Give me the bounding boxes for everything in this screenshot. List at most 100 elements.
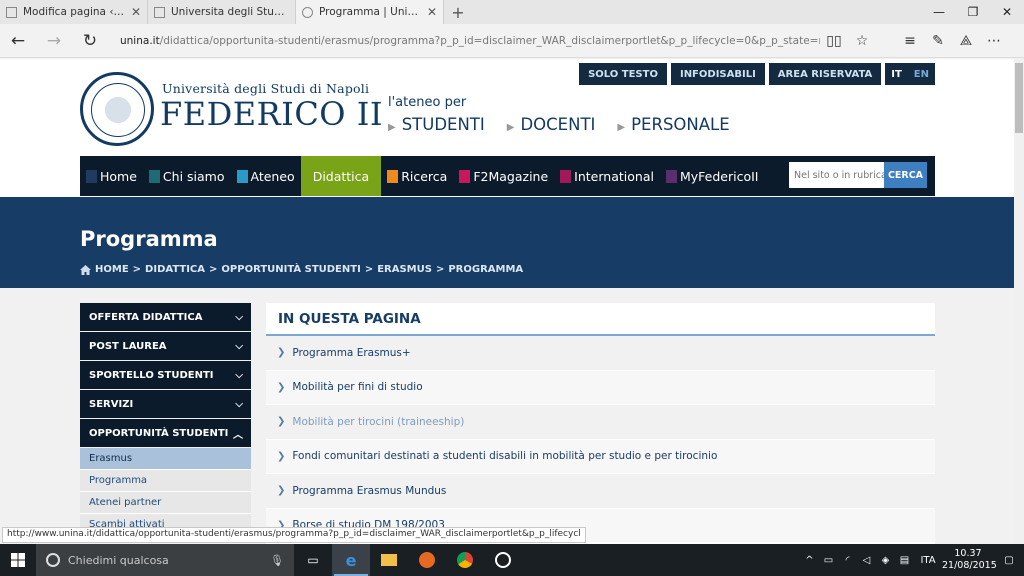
nav-didattica[interactable]: Didattica — [300, 156, 382, 196]
forward-arrow-icon[interactable]: → — [36, 24, 72, 58]
task-view-icon[interactable]: ▭ — [294, 544, 332, 576]
sidebar-item-programma[interactable]: Programma — [80, 470, 251, 492]
main-navigation: Home Chi siamo Ateneo Didattica Ricerca … — [80, 156, 935, 196]
window-controls: — ❐ ✕ — [922, 0, 1024, 24]
color-square-icon — [148, 169, 160, 183]
sidebar-post-laurea[interactable]: POST LAUREA ⌵ — [80, 332, 251, 360]
firefox-icon[interactable] — [408, 544, 446, 576]
university-name[interactable]: FEDERICO II — [160, 95, 383, 133]
globe-icon — [302, 6, 313, 18]
nav-ricerca[interactable]: Ricerca — [381, 156, 453, 196]
restore-icon[interactable]: ❐ — [956, 0, 990, 24]
page-title: Programma — [80, 227, 218, 251]
site-header: Università degli Studi di Napoli FEDERIC… — [0, 59, 1014, 197]
close-icon[interactable]: ✕ — [131, 5, 141, 19]
nav-f2magazine[interactable]: F2Magazine — [453, 156, 554, 196]
url-field[interactable]: unina.it/didattica/opportunita-studenti/… — [120, 35, 820, 47]
battery-icon[interactable]: ▭ — [819, 555, 838, 566]
file-explorer-icon[interactable] — [370, 544, 408, 576]
edge-browser-icon[interactable]: e — [332, 544, 370, 576]
audience-links: ▶ STUDENTI ▶ DOCENTI ▶ PERSONALE — [388, 115, 730, 134]
sidebar-item-erasmus[interactable]: Erasmus — [80, 448, 251, 470]
area-riservata-link[interactable]: AREA RISERVATA — [768, 63, 882, 85]
windows-start-icon[interactable] — [0, 544, 36, 576]
share-icon[interactable]: ⟁ — [952, 24, 980, 58]
lang-it[interactable]: IT — [891, 69, 902, 80]
shield-icon[interactable]: ◈ — [876, 555, 895, 566]
sidebar-sportello-studenti[interactable]: SPORTELLO STUDENTI ⌵ — [80, 361, 251, 389]
windows-logo-icon — [11, 553, 25, 567]
browser-tab-3[interactable]: Programma | Università ✕ — [296, 0, 444, 24]
audience-studenti[interactable]: ▶ STUDENTI — [388, 115, 485, 134]
sidebar-label: OPPORTUNITÀ STUDENTI — [89, 427, 229, 439]
color-square-icon — [665, 169, 677, 183]
ateneo-label: l'ateneo per — [388, 95, 467, 110]
tab-label: Universita degli Studi FEDERI — [171, 6, 289, 18]
sidebar-item-atenei-partner[interactable]: Atenei partner — [80, 492, 251, 514]
chevron-right-icon: ❯ — [277, 450, 286, 462]
new-tab-icon[interactable]: + — [444, 0, 472, 24]
page-banner: Programma HOME > DIDATTICA > OPPORTUNITÀ S… — [0, 197, 1014, 288]
university-seal-icon[interactable] — [80, 72, 154, 146]
close-icon[interactable]: ✕ — [427, 5, 437, 19]
color-square-icon — [86, 169, 97, 183]
media-app-icon[interactable] — [484, 544, 522, 576]
action-center-icon[interactable]: ▢ — [994, 555, 1024, 566]
search-button[interactable]: CERCA — [884, 162, 927, 188]
nav-international[interactable]: International — [554, 156, 660, 196]
arrow-icon: ▶ — [506, 122, 515, 133]
sidebar-servizi[interactable]: SERVIZI ⌵ — [80, 390, 251, 418]
page-scrollbar[interactable] — [1014, 59, 1024, 544]
scrollbar-thumb[interactable] — [1015, 63, 1023, 133]
breadcrumb-opportunita[interactable]: OPPORTUNITÀ STUDENTI — [221, 264, 360, 275]
network-icon[interactable]: ◜ — [838, 555, 857, 566]
breadcrumb-home[interactable]: HOME — [95, 264, 129, 275]
chrome-icon[interactable] — [446, 544, 484, 576]
message-icon[interactable]: ▤ — [895, 555, 914, 566]
chevron-down-icon: ⌵ — [235, 311, 243, 323]
volume-icon[interactable]: ◁ — [857, 555, 876, 566]
solo-testo-link[interactable]: SOLO TESTO — [579, 63, 667, 85]
browser-tab-1[interactable]: Modifica pagina ‹ Dietistica - ✕ — [0, 0, 148, 24]
nav-chi-siamo[interactable]: Chi siamo — [143, 156, 231, 196]
nav-ateneo[interactable]: Ateneo — [231, 156, 301, 196]
contents-link[interactable]: ❯ Mobilità per fini di studio — [266, 370, 935, 405]
color-square-icon — [387, 169, 399, 183]
audience-personale[interactable]: ▶ PERSONALE — [617, 115, 729, 134]
close-window-icon[interactable]: ✕ — [990, 0, 1024, 24]
sidebar-offerta-didattica[interactable]: OFFERTA DIDATTICA ⌵ — [80, 303, 251, 331]
contents-link[interactable]: ❯ Programma Erasmus+ — [266, 336, 935, 371]
input-language[interactable]: ITA — [914, 555, 942, 566]
minimize-icon[interactable]: — — [922, 0, 956, 24]
web-note-icon[interactable]: ✎ — [924, 24, 952, 58]
clock[interactable]: 10.37 21/08/2015 — [942, 548, 997, 572]
infodisabili-link[interactable]: INFODISABILI — [670, 63, 765, 85]
chevron-up-icon[interactable]: ^ — [800, 555, 819, 566]
page-icon — [6, 6, 17, 18]
chevron-right-icon: ❯ — [277, 416, 286, 428]
back-arrow-icon[interactable]: ← — [0, 24, 36, 58]
reading-view-icon[interactable]: ▯▯ — [820, 24, 848, 58]
audience-docenti[interactable]: ▶ DOCENTI — [507, 115, 596, 134]
link-label: Mobilità per tirocini (traineeship) — [292, 415, 465, 428]
contents-link[interactable]: ❯ Fondi comunitari destinati a studenti d… — [266, 439, 935, 474]
sidebar-opportunita-studenti[interactable]: OPPORTUNITÀ STUDENTI ︿ — [80, 419, 251, 447]
university-subtitle: Università degli Studi di Napoli — [162, 81, 370, 96]
refresh-icon[interactable]: ↻ — [72, 24, 108, 58]
chevron-right-icon: ❯ — [277, 381, 286, 393]
color-square-icon — [560, 169, 572, 183]
nav-myfedericoii[interactable]: MyFedericoII — [660, 156, 765, 196]
contents-link[interactable]: ❯ Programma Erasmus Mundus — [266, 474, 935, 509]
microphone-icon[interactable]: 🎙 — [270, 554, 284, 567]
contents-link[interactable]: ❯ Mobilità per tirocini (traineeship) — [266, 405, 935, 440]
more-icon[interactable]: ⋯ — [980, 24, 1008, 58]
browser-tab-2[interactable]: Universita degli Studi FEDERI — [148, 0, 296, 24]
breadcrumb-didattica[interactable]: DIDATTICA — [145, 264, 205, 275]
cortana-search-box[interactable]: Chiedimi qualcosa 🎙 — [36, 544, 294, 576]
favorite-star-icon[interactable]: ☆ — [848, 24, 876, 58]
lang-en[interactable]: EN — [914, 69, 929, 80]
nav-home[interactable]: Home — [80, 156, 143, 196]
breadcrumb-erasmus[interactable]: ERASMUS — [377, 264, 432, 275]
hub-icon[interactable]: ≡ — [896, 24, 924, 58]
site-search-input[interactable] — [789, 162, 884, 188]
